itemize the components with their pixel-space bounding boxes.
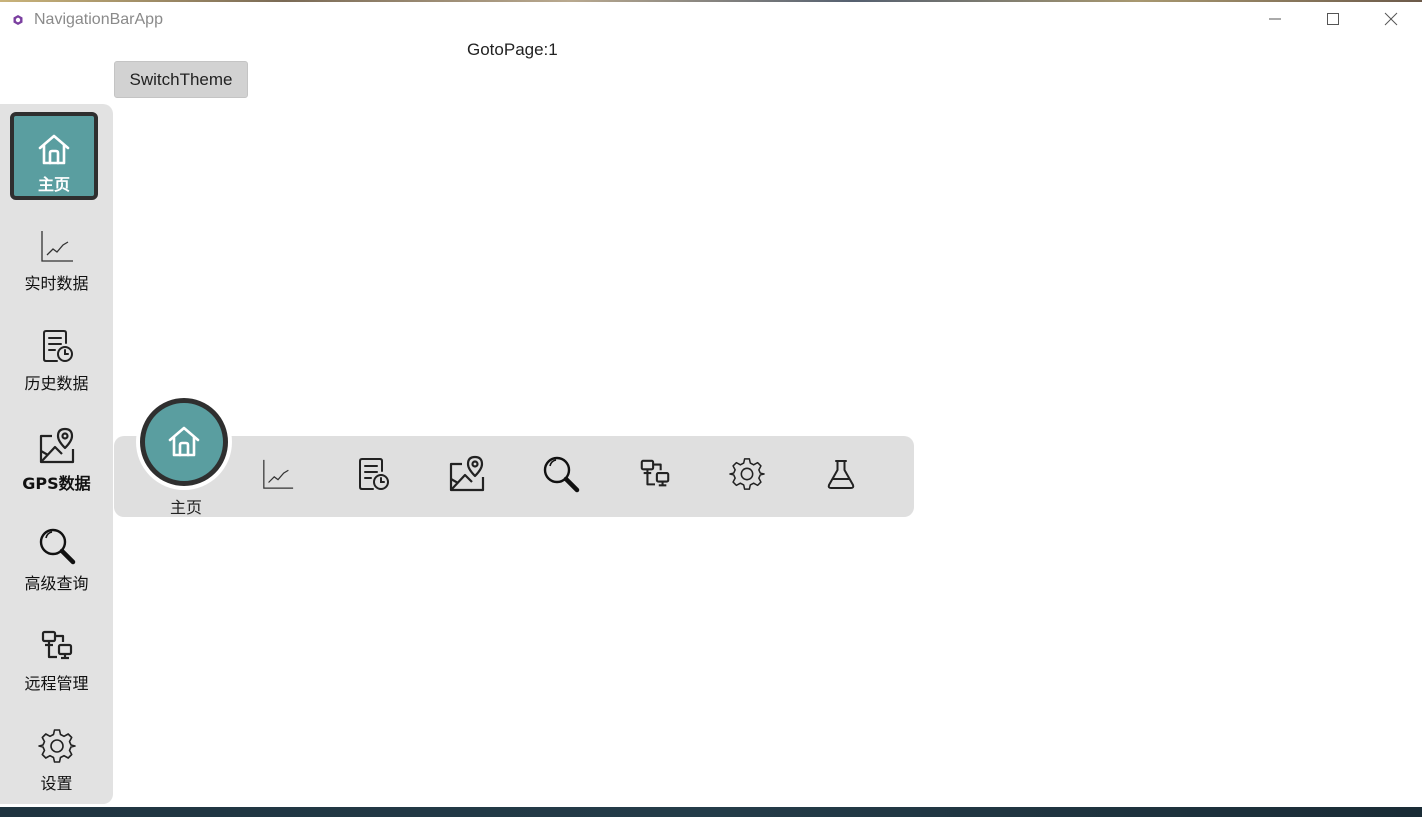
maximize-button[interactable]	[1304, 2, 1362, 36]
remote-network-icon	[640, 459, 670, 487]
switch-theme-button[interactable]: SwitchTheme	[114, 61, 248, 98]
bottom-nav-item-lab[interactable]	[821, 454, 861, 494]
home-icon	[168, 426, 200, 457]
sidebar-item-label: 远程管理	[24, 674, 89, 693]
bottom-nav-item-history-data[interactable]	[353, 454, 393, 494]
sidebar-item-label: 高级查询	[24, 574, 89, 593]
search-icon	[543, 456, 580, 493]
sidebar-item-label: 设置	[40, 774, 73, 793]
goto-page-text: GotoPage:1	[467, 40, 558, 59]
maximize-icon	[1327, 13, 1339, 25]
sidebar-item-history-data[interactable]: 历史数据	[0, 310, 113, 406]
bottom-nav-item-realtime-data[interactable]	[258, 454, 298, 494]
sidebar-item-realtime-data[interactable]: 实时数据	[0, 210, 113, 306]
map-pin-icon	[449, 455, 485, 492]
bottom-nav-item-remote-management[interactable]	[635, 454, 675, 494]
history-doc-icon	[359, 458, 389, 490]
minimize-icon	[1269, 18, 1281, 20]
chart-line-icon	[37, 226, 77, 266]
bottom-nav-item-settings[interactable]	[727, 454, 767, 494]
sidebar-item-label: 历史数据	[24, 374, 89, 393]
sidebar-item-home[interactable]: 主页	[10, 112, 98, 200]
history-doc-icon	[37, 326, 77, 366]
sidebar-item-label: 主页	[37, 175, 70, 194]
search-icon	[37, 526, 77, 566]
minimize-button[interactable]	[1246, 2, 1304, 36]
bottom-nav-item-home[interactable]	[140, 398, 228, 486]
home-icon	[34, 130, 74, 170]
chart-line-icon	[263, 459, 294, 489]
sidebar-item-label: 实时数据	[24, 274, 89, 293]
title-bar: NavigationBarApp	[0, 2, 1422, 36]
app-window: NavigationBarApp GotoPage:1 SwitchTheme …	[0, 2, 1422, 807]
sidebar-item-remote-management[interactable]: 远程管理	[0, 610, 113, 706]
sidebar-item-advanced-query[interactable]: 高级查询	[0, 510, 113, 606]
bottom-nav-item-advanced-query[interactable]	[541, 454, 581, 494]
map-pin-icon	[37, 426, 77, 466]
bottom-navigation-bar	[114, 436, 914, 517]
sidebar-item-settings[interactable]: 设置	[0, 710, 113, 806]
flask-icon	[827, 460, 855, 489]
sidebar: 主页 实时数据 历史数据 GPS数据 高级查询 远程管理 设置	[0, 104, 113, 804]
remote-network-icon	[37, 626, 77, 666]
desktop-background-bottom	[0, 807, 1422, 817]
sidebar-item-gps-data[interactable]: GPS数据	[0, 410, 113, 506]
sidebar-item-label: GPS数据	[22, 474, 91, 493]
window-title: NavigationBarApp	[34, 11, 163, 28]
gear-icon	[37, 726, 77, 766]
bottom-nav-item-gps-data[interactable]	[447, 454, 487, 494]
app-icon	[13, 15, 23, 25]
close-icon	[1384, 12, 1398, 26]
close-button[interactable]	[1362, 2, 1420, 36]
bottom-nav-active-label: 主页	[169, 498, 202, 517]
gear-icon	[729, 458, 765, 490]
